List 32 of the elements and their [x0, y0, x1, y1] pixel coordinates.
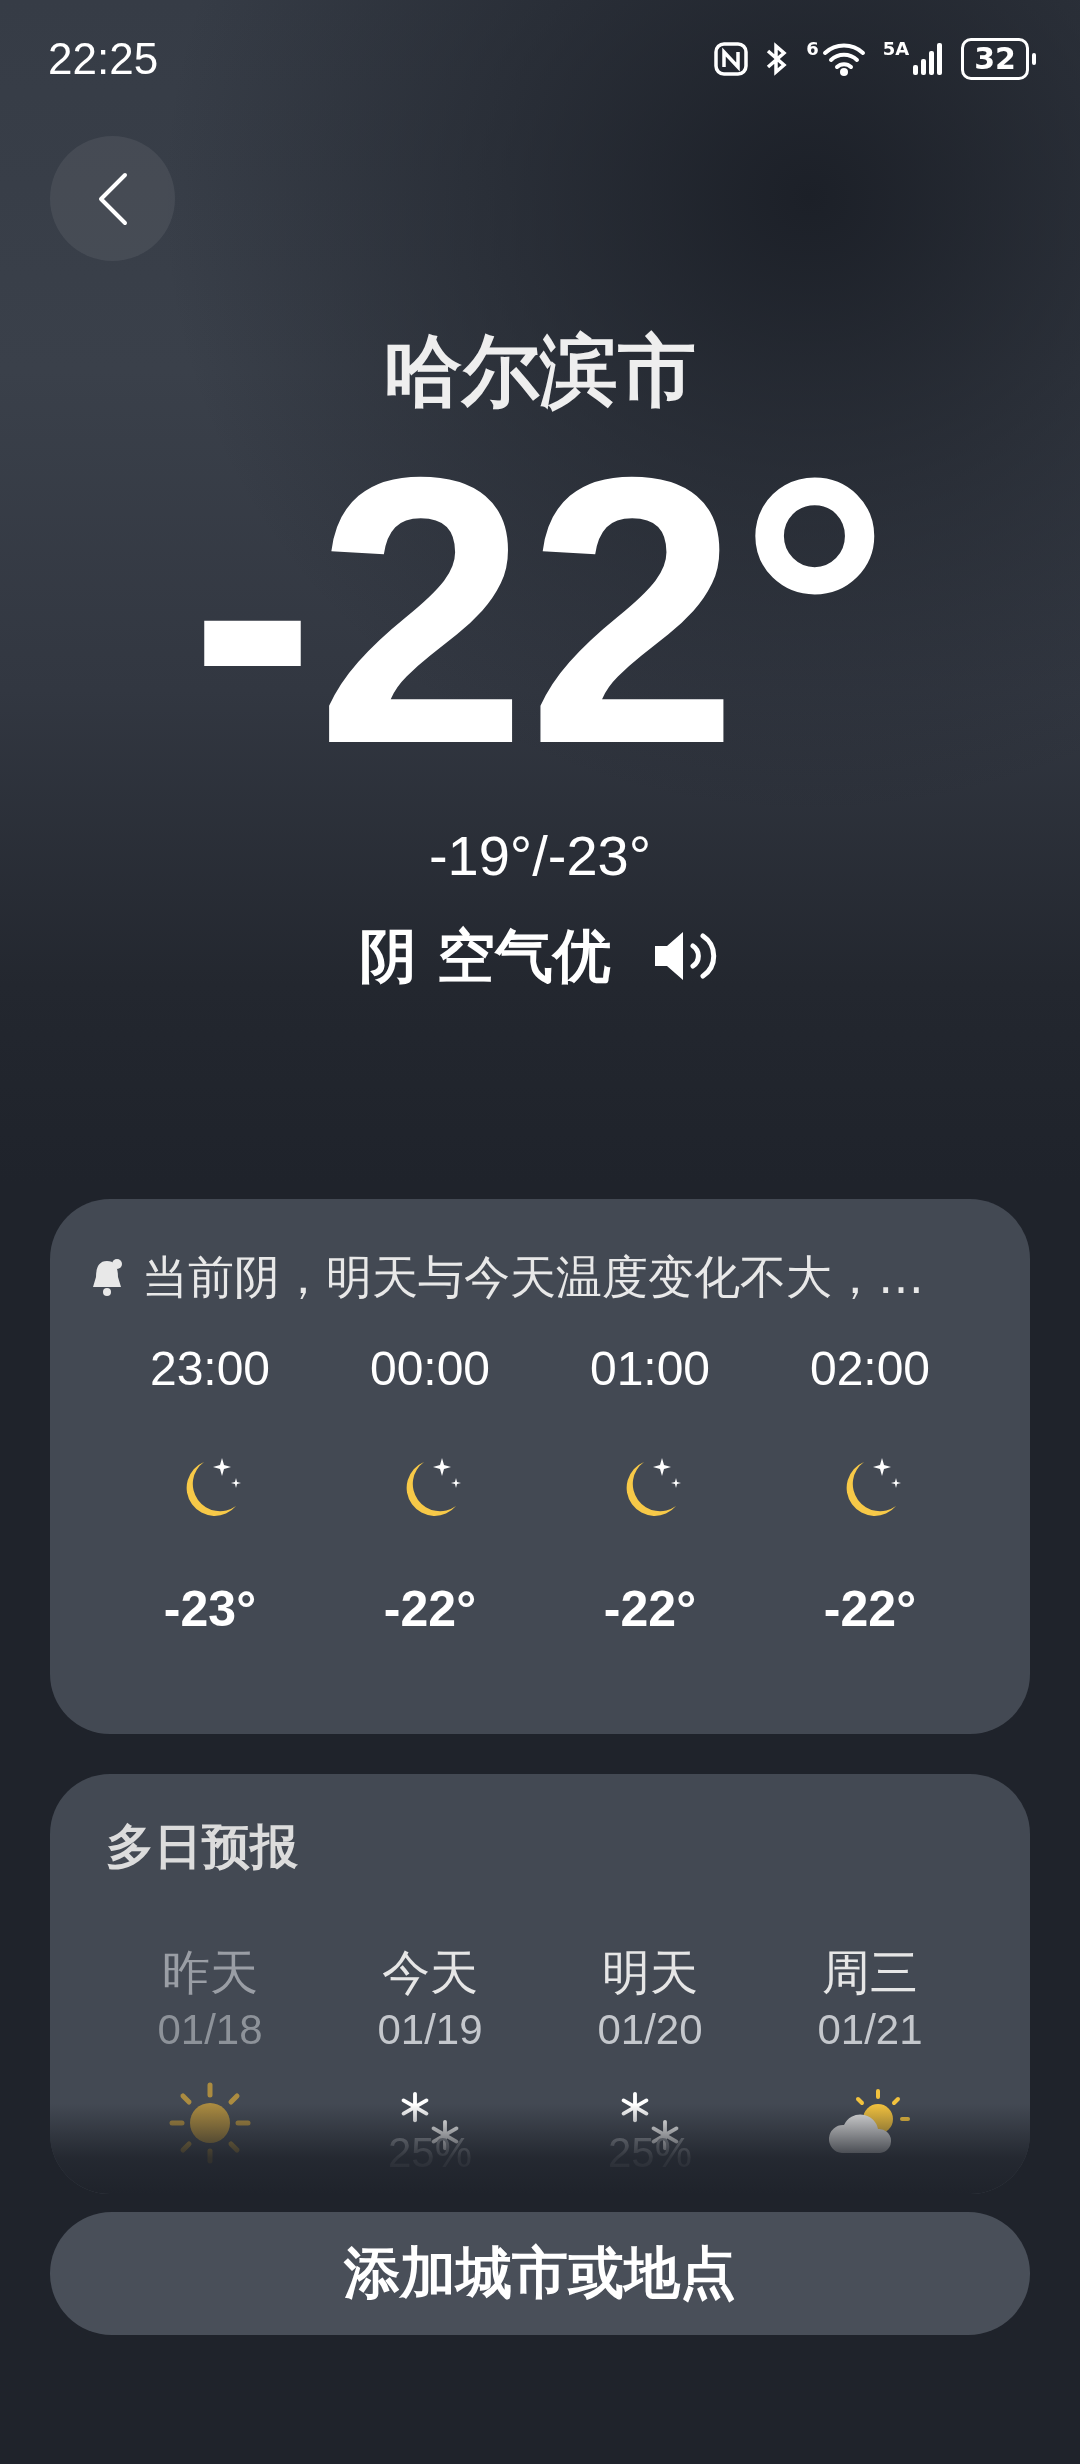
day-name: 周三 [822, 1943, 918, 2002]
signal-label: 5A [882, 40, 910, 58]
back-icon [96, 170, 129, 227]
hour-temperature: -23° [163, 1580, 257, 1639]
hour-temperature: -22° [603, 1580, 697, 1639]
day-name: 今天 [382, 1943, 478, 2002]
day-date: 01/21 [817, 2005, 923, 2055]
clock-time: 22:25 [48, 34, 159, 84]
add-city-button[interactable]: 添加城市或地点 [50, 2212, 1030, 2335]
day-name: 明天 [602, 1943, 698, 2002]
wifi-icon [820, 41, 867, 77]
day-date: 01/20 [597, 2005, 703, 2055]
hour-time: 23:00 [149, 1341, 271, 1397]
hour-temperature: -22° [383, 1580, 477, 1639]
day-date: 01/19 [377, 2005, 483, 2055]
day-name: 昨天 [162, 1943, 258, 2002]
wifi-label: 6 [806, 40, 819, 58]
battery-level: 32 [961, 38, 1029, 80]
hour-temperature: -22° [823, 1580, 917, 1639]
day-date: 01/18 [157, 2005, 263, 2055]
alarm-bell-icon [90, 1257, 124, 1297]
sun-icon [168, 2081, 252, 2165]
current-temperature: -22° [189, 441, 891, 781]
weather-alert-text[interactable]: 当前阴，明天与今天温度变化不大，… [142, 1249, 924, 1305]
hour-time: 02:00 [809, 1341, 931, 1397]
daily-forecast-title: 多日预报 [106, 1817, 299, 1876]
high-low-temperature: -19°/-23° [428, 823, 652, 889]
nfc-icon [714, 42, 749, 76]
hour-time: 01:00 [589, 1341, 711, 1397]
weather-condition: 阴 空气优 [358, 921, 612, 991]
city-name: 哈尔滨市 [384, 325, 696, 418]
hour-time: 00:00 [369, 1341, 491, 1397]
